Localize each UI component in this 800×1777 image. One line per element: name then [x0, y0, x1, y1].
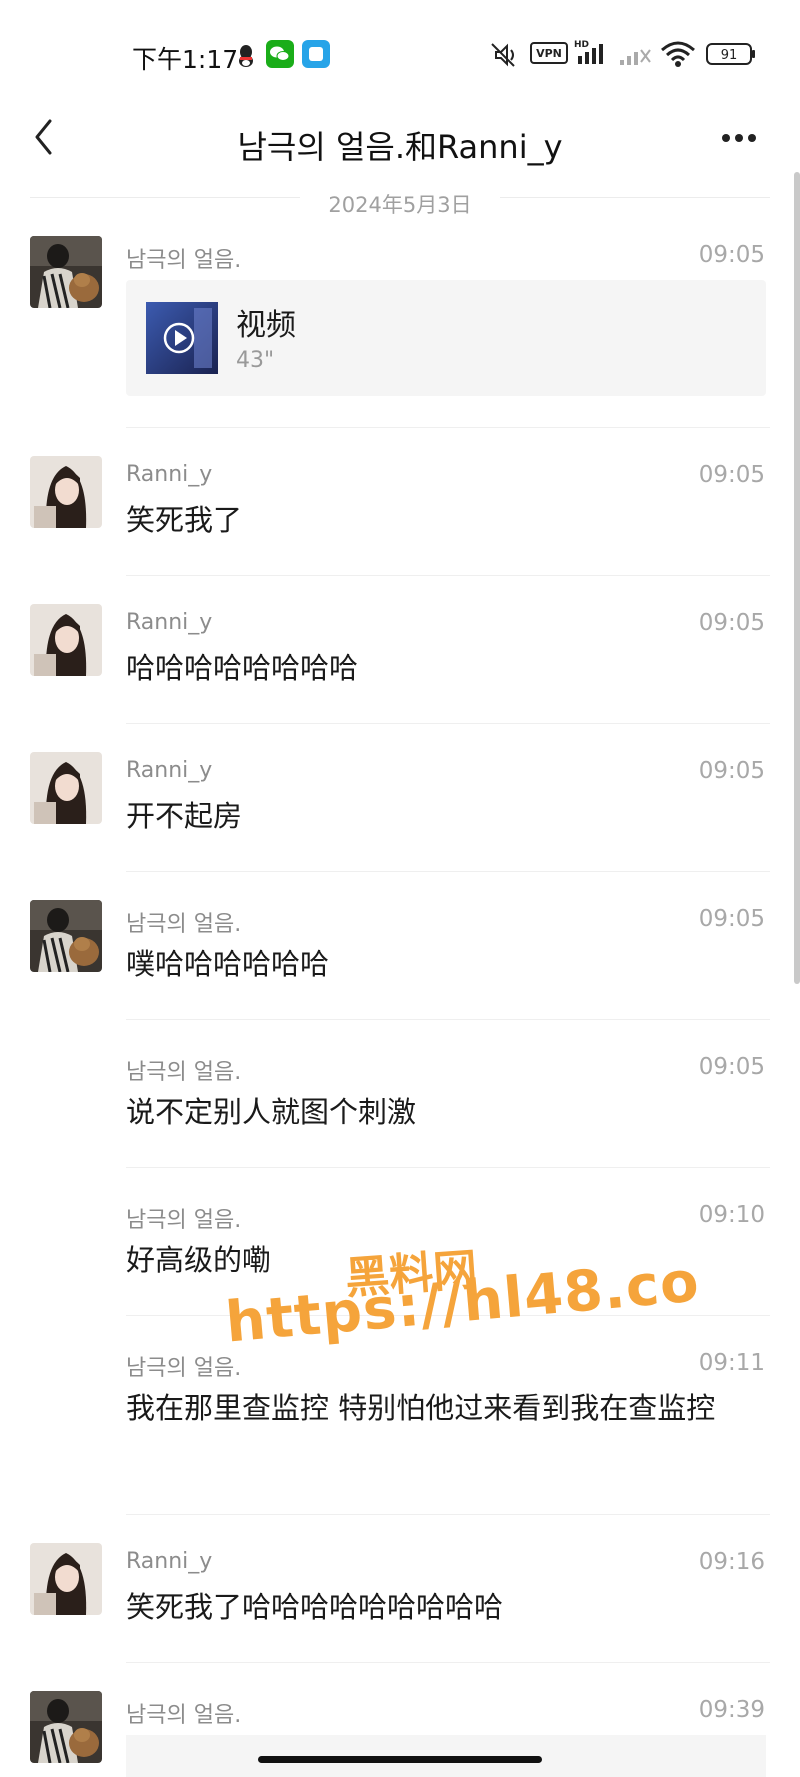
message-text: 笑死我了哈哈哈哈哈哈哈哈哈: [126, 1590, 504, 1624]
message-text: 说不定别人就图个刺激: [126, 1095, 417, 1129]
qq-icon: [236, 42, 256, 72]
home-indicator[interactable]: [258, 1756, 542, 1763]
sender-name: 남극의 얼음.: [126, 1060, 242, 1085]
message-text: 噗哈哈哈哈哈哈: [126, 947, 330, 981]
video-message-card[interactable]: 视频 43": [126, 280, 766, 396]
svg-text:VPN: VPN: [536, 47, 562, 60]
message-item: 남극의 얼음. 09:11 我在那里查监控 特别怕他过来看到我在查监控: [0, 1340, 800, 1516]
message-divider: [126, 1019, 770, 1020]
message-time: 09:11: [698, 1350, 765, 1376]
sender-name: 남극의 얼음.: [126, 1208, 242, 1233]
message-divider: [126, 1514, 770, 1515]
avatar-ranni[interactable]: [30, 1543, 102, 1615]
date-separator-text: 2024年5月3日: [328, 193, 472, 217]
wifi-icon: [660, 40, 696, 72]
avatar-nanguk[interactable]: [30, 900, 102, 972]
status-time: 下午1:17: [132, 45, 239, 74]
message-time: 09:05: [698, 758, 765, 784]
sender-name: Ranni_y: [126, 1549, 213, 1574]
message-item: Ranni_y 09:16 笑死我了哈哈哈哈哈哈哈哈哈: [0, 1539, 800, 1663]
message-text: 笑死我了: [126, 503, 243, 537]
message-item: 남극의 얼음. 09:10 好高级的嘞: [0, 1192, 800, 1316]
video-title: 视频: [236, 308, 296, 343]
sender-name: 남극의 얼음.: [126, 1703, 242, 1728]
avatar-nanguk[interactable]: [30, 1691, 102, 1763]
nav-bar: 남극의 얼음.和Ranni_y: [0, 100, 800, 190]
message-divider: [126, 723, 770, 724]
chat-title: 남극의 얼음.和Ranni_y: [237, 128, 563, 166]
sender-name: 남극의 얼음.: [126, 248, 242, 273]
svg-text:HD: HD: [574, 40, 589, 50]
sender-name: Ranni_y: [126, 758, 213, 783]
video-duration: 43": [236, 348, 275, 373]
message-item: 남극의 얼음. 09:05 噗哈哈哈哈哈哈: [0, 896, 800, 1020]
more-dots-icon: [722, 134, 756, 142]
message-text: 开不起房: [126, 799, 243, 833]
sender-name: Ranni_y: [126, 462, 213, 487]
video-thumbnail: [146, 302, 218, 374]
message-text: 我在那里查监控 特别怕他过来看到我在查监控: [126, 1391, 716, 1425]
signal-weak-icon: [618, 40, 652, 70]
avatar-nanguk[interactable]: [30, 236, 102, 308]
signal-hd-icon: HD: [574, 38, 612, 70]
message-time: 09:16: [698, 1549, 765, 1575]
date-separator: 2024年5月3日: [30, 180, 770, 217]
message-time: 09:05: [698, 610, 765, 636]
message-time: 09:39: [698, 1697, 765, 1723]
message-item: Ranni_y 09:05 笑死我了: [0, 452, 800, 576]
message-divider: [126, 1662, 770, 1663]
vpn-icon: VPN: [530, 42, 568, 68]
message-time: 09:05: [698, 906, 765, 932]
sender-name: 남극의 얼음.: [126, 1356, 242, 1381]
app-notification-icon: [302, 40, 330, 72]
message-divider: [126, 1167, 770, 1168]
message-item: Ranni_y 09:05 哈哈哈哈哈哈哈哈: [0, 600, 800, 724]
avatar-ranni[interactable]: [30, 456, 102, 528]
message-divider: [126, 575, 770, 576]
message-time: 09:10: [698, 1202, 765, 1228]
message-item: 남극의 얼음. 09:05 说不定别人就图个刺激: [0, 1044, 800, 1168]
message-item: 남극의 얼음. 09:05 视频 43": [0, 232, 800, 430]
message-text: 哈哈哈哈哈哈哈哈: [126, 651, 359, 685]
sender-name: 남극의 얼음.: [126, 912, 242, 937]
message-divider: [126, 871, 770, 872]
message-time: 09:05: [698, 242, 765, 268]
message-text: 好高级的嘞: [126, 1243, 272, 1277]
more-options-button[interactable]: [714, 118, 764, 158]
sender-name: Ranni_y: [126, 610, 213, 635]
message-item: Ranni_y 09:05 开不起房: [0, 748, 800, 872]
wechat-icon: [266, 40, 294, 72]
message-item: 남극의 얼음. 09:39: [0, 1687, 800, 1777]
message-time: 09:05: [698, 1054, 765, 1080]
battery-icon: 91: [706, 42, 756, 70]
status-bar: 下午1:17 VPN HD 91: [0, 0, 800, 110]
mute-icon: [486, 40, 520, 74]
message-time: 09:05: [698, 462, 765, 488]
avatar-ranni[interactable]: [30, 752, 102, 824]
svg-text:91: 91: [721, 48, 738, 63]
message-divider: [126, 427, 770, 428]
message-divider: [126, 1315, 770, 1316]
avatar-ranni[interactable]: [30, 604, 102, 676]
